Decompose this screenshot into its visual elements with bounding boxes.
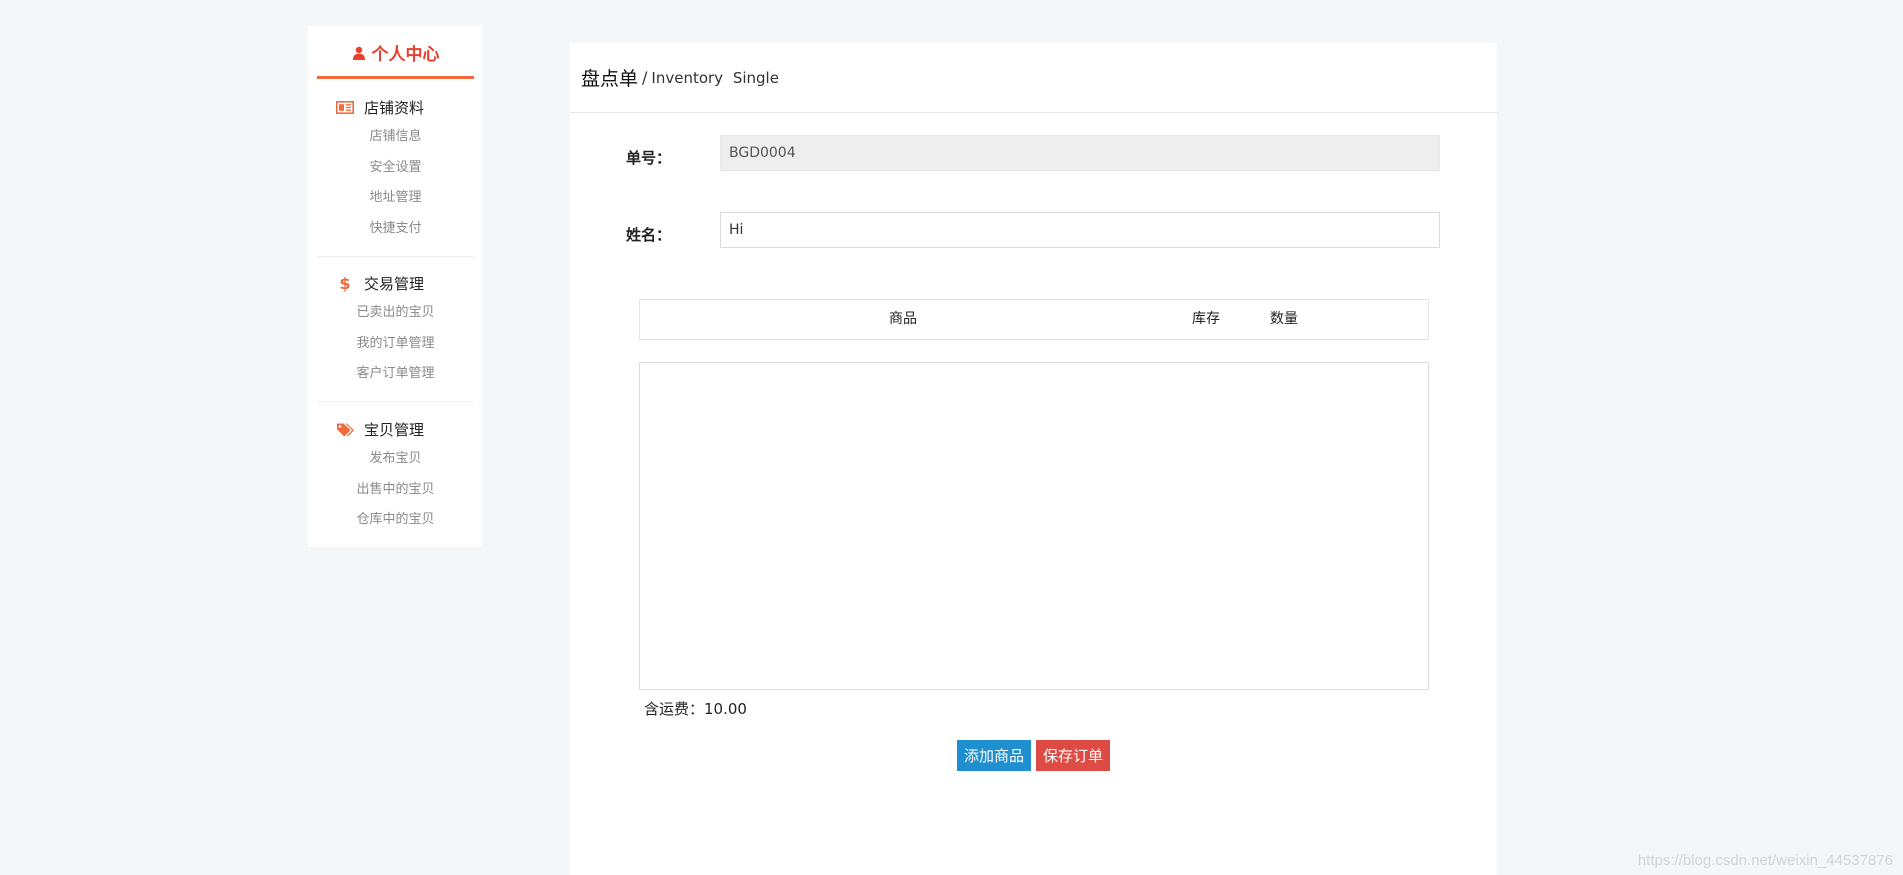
order-number-label: 单号： xyxy=(626,149,672,167)
sidebar-group-store-head[interactable]: 店铺资料 xyxy=(317,92,474,122)
tags-icon xyxy=(335,421,355,437)
column-header-stock: 库存 xyxy=(1192,311,1220,327)
svg-text:$: $ xyxy=(339,275,350,292)
sidebar-item-my-orders[interactable]: 我的订单管理 xyxy=(317,329,474,360)
newspaper-icon xyxy=(335,99,355,115)
watermark: https://blog.csdn.net/weixin_44537876 xyxy=(1637,852,1893,869)
sidebar-item-warehouse[interactable]: 仓库中的宝贝 xyxy=(317,505,474,536)
shipping-fee-text: 含运费：10.00 xyxy=(644,700,747,718)
main-panel: 盘点单 / Inventory Single 单号： 姓名： 商品 库存 数量 … xyxy=(570,43,1497,875)
personal-center-header[interactable]: 个人中心 xyxy=(317,26,474,79)
sidebar-divider xyxy=(317,401,474,402)
sidebar-group-trade: $ 交易管理 已卖出的宝贝 我的订单管理 客户订单管理 xyxy=(317,268,474,390)
sidebar-group-label: 宝贝管理 xyxy=(364,420,425,439)
sidebar-divider xyxy=(317,256,474,257)
order-number-field[interactable] xyxy=(720,135,1440,171)
goods-table-header: 商品 库存 数量 xyxy=(639,299,1429,340)
sidebar-group-goods: 宝贝管理 发布宝贝 出售中的宝贝 仓库中的宝贝 xyxy=(317,414,474,536)
sidebar-group-label: 交易管理 xyxy=(364,274,425,293)
goods-table-body xyxy=(639,362,1429,690)
sidebar-item-quick-pay[interactable]: 快捷支付 xyxy=(317,214,474,245)
name-field[interactable] xyxy=(720,212,1440,248)
sidebar-item-customer-orders[interactable]: 客户订单管理 xyxy=(317,359,474,390)
column-header-goods: 商品 xyxy=(889,311,917,327)
page-subtitle: Inventory Single xyxy=(651,68,779,87)
sidebar-item-store-info[interactable]: 店铺信息 xyxy=(317,122,474,153)
title-separator: / xyxy=(642,68,648,87)
sidebar: 个人中心 店铺资料 店铺信息 安全设置 地址管理 快捷支付 $ 交易管理 已卖出… xyxy=(308,26,482,547)
sidebar-group-label: 店铺资料 xyxy=(364,98,425,117)
sidebar-group-goods-head[interactable]: 宝贝管理 xyxy=(317,414,474,444)
sidebar-group-store: 店铺资料 店铺信息 安全设置 地址管理 快捷支付 xyxy=(317,92,474,244)
personal-center-title: 个人中心 xyxy=(371,44,440,65)
save-order-button[interactable]: 保存订单 xyxy=(1036,740,1110,771)
page-header: 盘点单 / Inventory Single xyxy=(570,43,1497,113)
sidebar-item-publish[interactable]: 发布宝贝 xyxy=(317,444,474,475)
dollar-icon: $ xyxy=(335,275,355,292)
name-label: 姓名： xyxy=(626,226,672,244)
sidebar-item-address[interactable]: 地址管理 xyxy=(317,183,474,214)
sidebar-group-trade-head[interactable]: $ 交易管理 xyxy=(317,268,474,298)
user-icon xyxy=(352,45,366,60)
column-header-quantity: 数量 xyxy=(1270,311,1298,327)
page-title: 盘点单 xyxy=(581,68,639,90)
sidebar-item-security[interactable]: 安全设置 xyxy=(317,153,474,184)
sidebar-item-on-sale[interactable]: 出售中的宝贝 xyxy=(317,475,474,506)
sidebar-item-sold[interactable]: 已卖出的宝贝 xyxy=(317,298,474,329)
add-goods-button[interactable]: 添加商品 xyxy=(957,740,1031,771)
